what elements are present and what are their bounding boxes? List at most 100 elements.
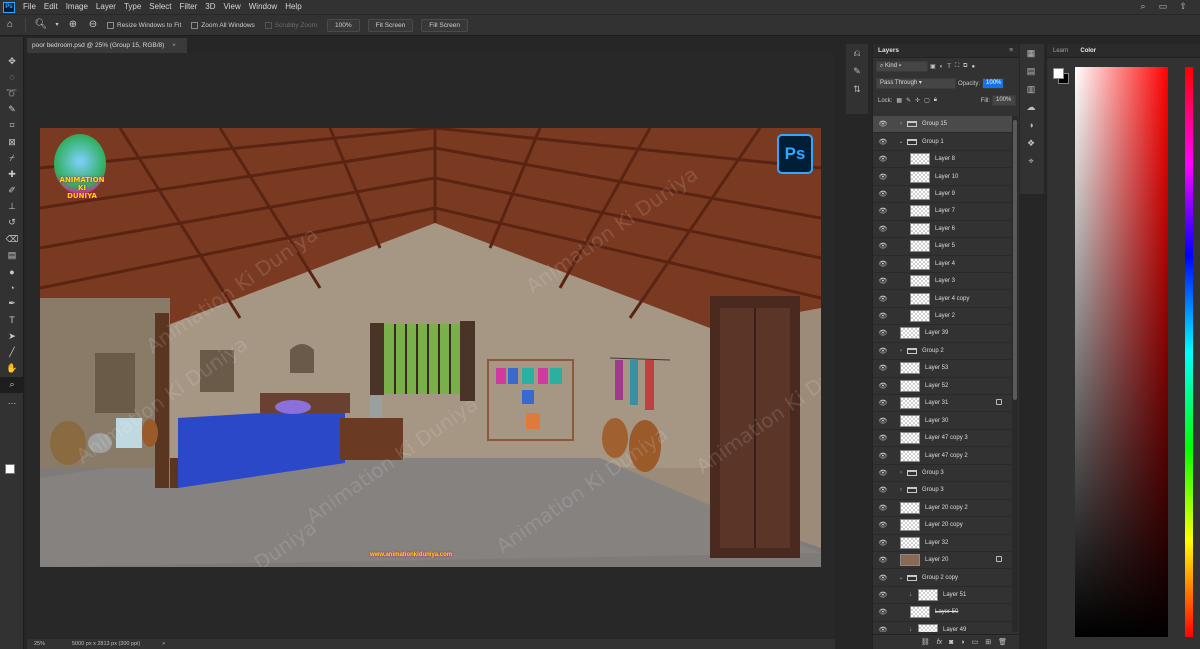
artboard-image[interactable]: ANIMATION KI DUNIYA Ps Animation Ki Duni…: [40, 128, 821, 567]
layer-row[interactable]: 👁︎ Layer 10: [873, 168, 1012, 186]
healing-icon[interactable]: ✚: [0, 166, 24, 182]
link-layers-icon[interactable]: ⛓: [921, 638, 930, 646]
panel-menu-icon[interactable]: ≡: [1009, 47, 1013, 54]
chevron-right-icon[interactable]: ›: [897, 487, 905, 493]
fill-input[interactable]: 100%: [992, 95, 1016, 106]
gradient-icon[interactable]: ▤: [0, 247, 24, 263]
visibility-eye-icon[interactable]: 👁︎: [877, 556, 889, 564]
adjustments-icon[interactable]: ⇅: [846, 80, 868, 98]
zoom-100-button[interactable]: 100%: [327, 18, 360, 32]
tab-learn[interactable]: Learn: [1047, 48, 1074, 54]
visibility-eye-icon[interactable]: 👁︎: [877, 452, 889, 460]
visibility-eye-icon[interactable]: 👁︎: [877, 504, 889, 512]
layer-row[interactable]: 👁︎ Layer 2: [873, 308, 1012, 326]
menu-item[interactable]: 3D: [201, 0, 219, 14]
visibility-eye-icon[interactable]: 👁︎: [877, 312, 889, 320]
history-panel-icon[interactable]: ⎌: [846, 44, 868, 62]
visibility-eye-icon[interactable]: 👁︎: [877, 207, 889, 215]
filter-type-icon[interactable]: T: [947, 64, 951, 70]
layer-group-row[interactable]: 👁︎ ⌄ Group 1: [873, 133, 1012, 151]
layer-row[interactable]: 👁︎ Layer 4: [873, 256, 1012, 273]
visibility-eye-icon[interactable]: 👁︎: [877, 190, 889, 198]
menu-item[interactable]: Edit: [40, 0, 62, 14]
color-picker-field[interactable]: [1075, 67, 1168, 637]
layer-row[interactable]: 👁︎ Layer 6: [873, 221, 1012, 239]
foreground-color-swatch[interactable]: [5, 464, 15, 474]
canvas-area[interactable]: ANIMATION KI DUNIYA Ps Animation Ki Duni…: [27, 53, 835, 639]
chevron-right-icon[interactable]: ›: [897, 348, 905, 354]
menu-item[interactable]: Filter: [176, 0, 202, 14]
visibility-eye-icon[interactable]: 👁︎: [877, 260, 889, 268]
zoom-all-checkbox[interactable]: [191, 21, 199, 29]
blend-mode-select[interactable]: Pass Through ▾: [876, 78, 956, 89]
home-icon[interactable]: ⌂: [3, 18, 17, 32]
filter-kind-select[interactable]: ⌕ Kind ▾: [876, 61, 928, 72]
brush-icon[interactable]: ✐: [0, 183, 24, 199]
swatches-icon[interactable]: ▦: [1020, 44, 1042, 62]
layer-group-row[interactable]: 👁︎ ⌄ Group 2 copy: [873, 569, 1012, 587]
zoom-icon[interactable]: ⌕: [0, 376, 24, 393]
quick-select-icon[interactable]: ✎: [0, 102, 24, 118]
visibility-eye-icon[interactable]: 👁︎: [877, 329, 889, 337]
frame-icon[interactable]: ⊠: [0, 134, 24, 150]
blur-icon[interactable]: ●: [0, 263, 24, 279]
visibility-eye-icon[interactable]: 👁︎: [877, 242, 889, 250]
layer-row[interactable]: 👁︎ Layer 7: [873, 203, 1012, 221]
share-icon[interactable]: ⇧: [1171, 0, 1195, 14]
layer-row[interactable]: 👁︎ Layer 20 copy: [873, 517, 1012, 535]
visibility-eye-icon[interactable]: 👁︎: [877, 591, 889, 599]
layers-tab[interactable]: Layers: [878, 47, 899, 54]
menu-item[interactable]: Window: [245, 0, 281, 14]
lock-position-icon[interactable]: ✛: [915, 97, 920, 104]
brush-settings-icon[interactable]: ✎: [846, 62, 868, 80]
layers-scrollbar[interactable]: [1012, 116, 1018, 632]
visibility-eye-icon[interactable]: 👁︎: [877, 486, 889, 494]
layer-group-row[interactable]: 👁︎ › Group 3: [873, 482, 1012, 500]
chevron-down-icon[interactable]: ▾: [54, 18, 60, 32]
visibility-eye-icon[interactable]: 👁︎: [877, 399, 889, 407]
layer-row[interactable]: 👁︎ ↓ Layer 51: [873, 587, 1012, 605]
layer-group-row[interactable]: 👁︎ › Group 3: [873, 465, 1012, 483]
opacity-input[interactable]: 100%: [982, 78, 1005, 89]
layer-row[interactable]: 👁︎ ↓ Layer 49: [873, 622, 1012, 632]
visibility-eye-icon[interactable]: 👁︎: [877, 347, 889, 355]
lock-paint-icon[interactable]: ✎: [906, 97, 911, 104]
visibility-eye-icon[interactable]: 👁︎: [877, 469, 889, 477]
layer-row[interactable]: 👁︎ Layer 4 copy: [873, 290, 1012, 308]
filter-smart-icon[interactable]: ⧉: [963, 63, 967, 70]
libraries-icon[interactable]: ☁: [1020, 98, 1042, 116]
menu-item[interactable]: View: [220, 0, 245, 14]
document-tab[interactable]: poor bedroom.psd @ 25% (Group 15, RGB/8)…: [27, 38, 187, 53]
history-brush-icon[interactable]: ↺: [0, 215, 24, 231]
eyedropper-icon[interactable]: ⌿: [0, 150, 24, 166]
filter-toggle-icon[interactable]: ●: [971, 64, 975, 70]
crop-icon[interactable]: ⌗: [0, 118, 24, 134]
layer-row[interactable]: 👁︎ Layer 47 copy 2: [873, 447, 1012, 465]
photoshop-logo-icon[interactable]: Ps: [3, 1, 15, 13]
menu-item[interactable]: Type: [120, 0, 145, 14]
move-icon[interactable]: ✥: [0, 53, 24, 69]
close-tab-icon[interactable]: ×: [172, 42, 176, 49]
filter-shape-icon[interactable]: ⛶: [955, 63, 959, 70]
chevron-right-icon[interactable]: ›: [897, 470, 905, 476]
zoom-tool-icon[interactable]: 🔍︎: [34, 18, 48, 32]
visibility-eye-icon[interactable]: 👁︎: [877, 277, 889, 285]
menu-item[interactable]: Image: [62, 0, 92, 14]
scrubby-zoom-checkbox[interactable]: [264, 21, 272, 29]
fit-screen-button[interactable]: Fit Screen: [367, 18, 414, 32]
layer-row[interactable]: 👁︎ Layer 30: [873, 412, 1012, 430]
paths-icon[interactable]: ⌖: [1020, 152, 1042, 170]
layer-row[interactable]: 👁︎ Layer 50: [873, 604, 1012, 622]
properties-icon[interactable]: ◑: [1020, 116, 1042, 134]
layer-row[interactable]: 👁︎ Layer 31: [873, 395, 1012, 413]
new-group-icon[interactable]: ▭: [972, 638, 979, 646]
zoom-out-icon[interactable]: ⊖: [86, 18, 100, 32]
line-icon[interactable]: ╱: [0, 344, 24, 360]
marquee-icon[interactable]: ◌: [0, 69, 24, 85]
path-select-icon[interactable]: ➤: [0, 328, 24, 344]
stamp-icon[interactable]: ⊥: [0, 199, 24, 215]
layer-row[interactable]: 👁︎ Layer 20: [873, 552, 1012, 570]
more-icon[interactable]: …: [0, 393, 24, 409]
visibility-eye-icon[interactable]: 👁︎: [877, 608, 889, 616]
layer-row[interactable]: 👁︎ Layer 20 copy 2: [873, 500, 1012, 518]
